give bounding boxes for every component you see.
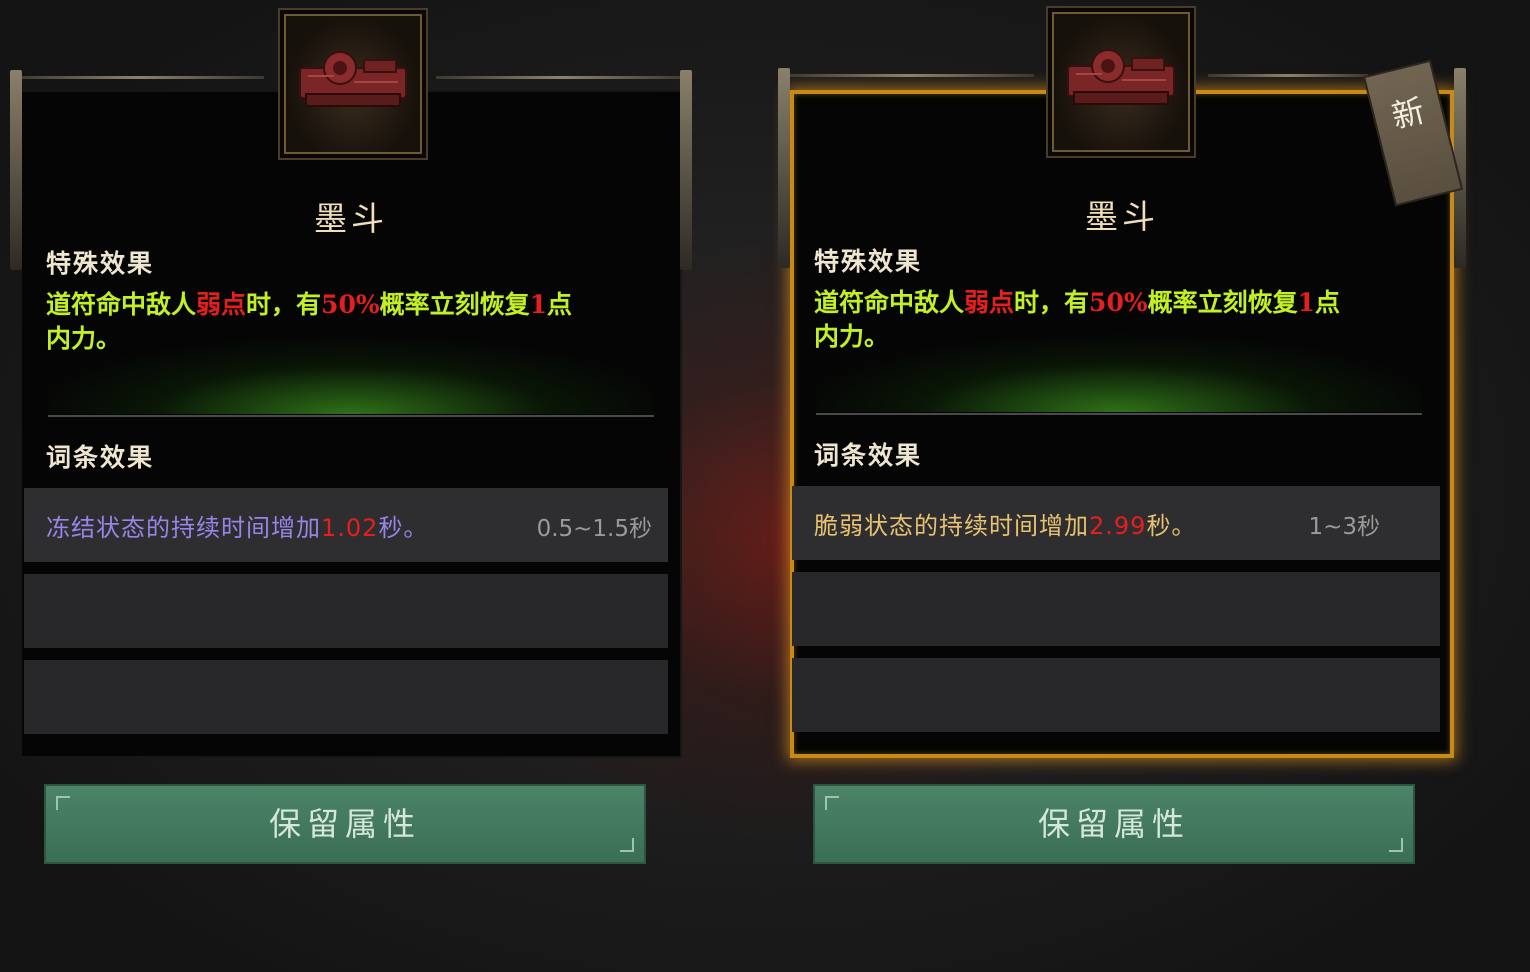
section-divider [48, 415, 654, 417]
item-card-right[interactable]: 新 墨斗 特殊效果 道符命中敌人弱点时，有50%概率立刻恢复1点内力。 词条效果… [778, 12, 1466, 758]
affix-prefix: 冻结状态的持续时间增加 [46, 514, 321, 542]
ink-box-icon [1067, 49, 1175, 105]
corner-ornament [1389, 838, 1403, 852]
affix-suffix: 秒。 [378, 514, 429, 542]
frame-ornament [436, 76, 688, 79]
special-text-highlight: 50% [1089, 288, 1148, 317]
section-divider [816, 413, 1422, 415]
ink-box-icon [299, 51, 407, 107]
affix-suffix: 秒。 [1146, 512, 1197, 540]
special-text-part: 概率立刻恢复 [379, 290, 530, 319]
special-text-highlight: 弱点 [964, 288, 1015, 317]
item-icon-frame [1052, 12, 1190, 152]
affix-row[interactable]: 冻结状态的持续时间增加1.02秒。 0.5~1.5秒 [24, 488, 668, 562]
special-text-part: 内力。 [46, 324, 122, 353]
new-tag-label: 新 [1388, 91, 1429, 136]
affix-range: 1~3秒 [1308, 514, 1380, 540]
affix-effect-title: 词条效果 [814, 441, 923, 470]
affix-row-empty[interactable] [24, 660, 668, 734]
special-text-part: 道符命中敌人 [46, 290, 197, 319]
affix-effect-title: 词条效果 [46, 443, 155, 472]
stage: 墨斗 特殊效果 道符命中敌人弱点时，有50%概率立刻恢复1点 内力。 词条效果 冻… [0, 0, 1530, 972]
affix-value: 2.99 [1089, 512, 1147, 540]
keep-attributes-button-left[interactable]: 保留属性 [44, 784, 646, 864]
button-label: 保留属性 [268, 805, 421, 843]
frame-ornament [680, 70, 692, 270]
frame-ornament [784, 74, 1034, 77]
frame-ornament [1208, 74, 1368, 77]
item-name: 墨斗 [314, 199, 388, 238]
special-text-part: 时，有 [1014, 288, 1090, 317]
special-text-part: 点 [547, 290, 573, 319]
frame-ornament [10, 70, 22, 270]
special-text-highlight: 1 [1297, 288, 1316, 317]
corner-ornament [56, 796, 70, 810]
affix-row-empty[interactable] [24, 574, 668, 648]
special-text-part: 内力。 [814, 322, 890, 351]
special-effect-title: 特殊效果 [814, 247, 923, 276]
button-label: 保留属性 [1037, 805, 1190, 843]
new-tag: 新 [1362, 59, 1464, 207]
special-text-highlight: 弱点 [196, 290, 247, 319]
special-effect-text: 道符命中敌人弱点时，有50%概率立刻恢复1点内力。 [46, 288, 656, 356]
special-text-part: 道符命中敌人 [814, 288, 965, 317]
special-effect-title: 特殊效果 [46, 249, 155, 278]
special-effect-text: 道符命中敌人弱点时，有50%概率立刻恢复1点内力。 [814, 286, 1424, 354]
affix-row-empty[interactable] [792, 572, 1440, 646]
affix-prefix: 脆弱状态的持续时间增加 [814, 512, 1089, 540]
frame-ornament [14, 76, 264, 79]
corner-ornament [620, 838, 634, 852]
affix-row[interactable]: 脆弱状态的持续时间增加2.99秒。 1~3秒 [792, 486, 1440, 560]
item-icon-frame [284, 14, 422, 154]
affix-row-empty[interactable] [792, 658, 1440, 732]
affix-value: 1.02 [321, 514, 379, 542]
special-text-highlight: 1 [529, 290, 548, 319]
item-name: 墨斗 [1085, 197, 1159, 236]
affix-text: 脆弱状态的持续时间增加2.99秒。 [814, 506, 1196, 541]
special-text-part: 概率立刻恢复 [1147, 288, 1298, 317]
frame-ornament [778, 68, 790, 268]
affix-text: 冻结状态的持续时间增加1.02秒。 [46, 508, 428, 543]
keep-attributes-button-right[interactable]: 保留属性 [813, 784, 1415, 864]
special-text-part: 时，有 [246, 290, 322, 319]
affix-range: 0.5~1.5秒 [536, 516, 652, 542]
special-text-part: 点 [1315, 288, 1341, 317]
special-text-highlight: 50% [321, 290, 380, 319]
corner-ornament [825, 796, 839, 810]
item-card-left[interactable]: 墨斗 特殊效果 道符命中敌人弱点时，有50%概率立刻恢复1点内力。 词条效果 冻… [10, 14, 692, 758]
